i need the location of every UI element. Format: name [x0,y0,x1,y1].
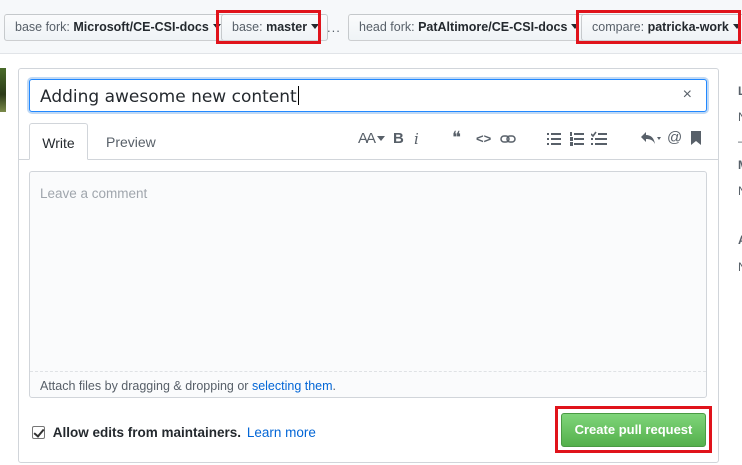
sidebar-letter: – [738,134,742,148]
sidebar-letter: N [738,184,742,198]
avatar [0,68,6,112]
task-list-icon[interactable] [591,131,607,149]
highlight-base [216,10,321,44]
attach-files-hint: Attach files by dragging & dropping or s… [40,379,336,393]
create-pull-request-button[interactable]: Create pull request [561,413,706,447]
sidebar-letter: A [738,233,742,247]
code-icon[interactable]: <> [476,131,491,149]
sidebar-letter: M [738,158,742,172]
select-files-link[interactable]: selecting them [252,379,333,393]
clear-icon[interactable]: × [683,86,692,104]
italic-icon[interactable]: i [414,130,419,148]
bookmark-icon[interactable] [691,131,701,149]
allow-edits-label: Allow edits from maintainers. [52,425,242,440]
reply-icon[interactable] [640,131,664,149]
caret-down-icon [377,136,386,141]
head-fork-value: PatAltimore/CE-CSI-docs [418,20,568,34]
comment-textarea[interactable]: Leave a comment [30,172,706,372]
sidebar-letter: L [738,84,742,98]
title-input[interactable]: Adding awesome new content [40,86,299,107]
attach-suffix: . [332,379,337,393]
ordered-list-icon[interactable] [570,132,584,150]
range-separator: ... [327,20,341,35]
tab-write[interactable]: Write [29,123,88,160]
head-fork-selector[interactable]: head fork: PatAltimore/CE-CSI-docs [348,14,589,41]
comment-editor[interactable]: Leave a comment Attach files by dragging… [29,171,707,398]
base-fork-selector[interactable]: base fork: Microsoft/CE-CSI-docs [4,14,230,41]
allow-edits-option: Allow edits from maintainers. Learn more [32,425,316,440]
learn-more-link[interactable]: Learn more [247,425,316,440]
sidebar-letter: N [738,260,742,274]
sidebar-letter: N [738,110,742,124]
tab-preview[interactable]: Preview [94,123,168,160]
head-fork-label: head fork: [359,20,415,34]
heading-icon[interactable]: AA [358,130,386,148]
title-field[interactable]: Adding awesome new content × [29,79,707,112]
base-fork-label: base fork: [15,20,70,34]
allow-edits-checkbox[interactable] [32,426,45,439]
highlight-compare [576,10,741,44]
mention-icon[interactable]: @ [667,129,682,147]
base-fork-value: Microsoft/CE-CSI-docs [73,20,209,34]
comment-placeholder: Leave a comment [40,186,148,201]
attach-prefix: Attach files by dragging & dropping or [40,379,252,393]
link-icon[interactable] [500,133,516,151]
quote-icon[interactable]: ❝ [452,128,461,147]
unordered-list-icon[interactable] [547,132,561,150]
bold-icon[interactable]: B [393,130,404,148]
